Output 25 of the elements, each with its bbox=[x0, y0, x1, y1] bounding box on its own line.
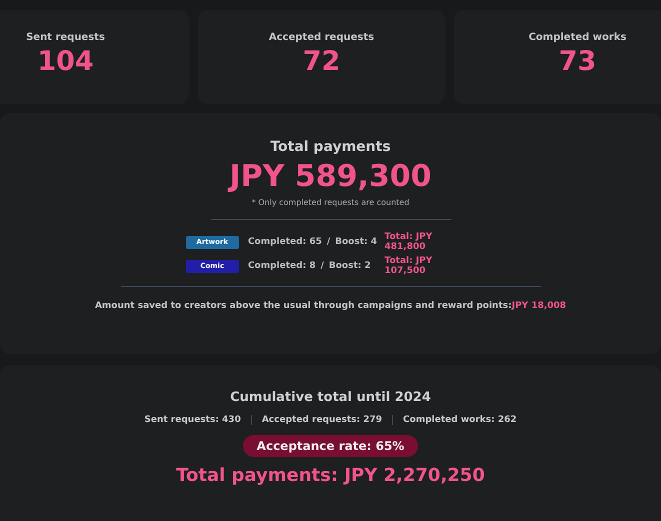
category-total: Total: JPY 107,500 bbox=[384, 256, 434, 276]
total-amount: JPY 589,300 bbox=[230, 159, 432, 194]
cumulative-stat: Completed works: 262 bbox=[392, 415, 527, 425]
separator-text: / bbox=[320, 261, 324, 271]
cumulative-stat: Sent requests: 430 bbox=[143, 415, 242, 425]
category-total: Total: JPY 481,800 bbox=[384, 232, 434, 252]
cumulative-total: Total payments: JPY 2,270,250 bbox=[176, 465, 485, 486]
cumulative-stat: Accepted requests: 279 bbox=[250, 415, 392, 425]
panel-title: Total payments bbox=[270, 139, 391, 155]
boost-count: Boost: 4 bbox=[335, 237, 378, 247]
stat-value: 104 bbox=[37, 46, 94, 77]
stat-value: 73 bbox=[558, 46, 596, 77]
stat-label: Completed works bbox=[528, 32, 626, 43]
completed-count: Completed: 8 bbox=[248, 261, 316, 271]
boost-count: Boost: 2 bbox=[328, 261, 371, 271]
completed-count: Completed: 65 bbox=[248, 237, 322, 247]
stat-value: 72 bbox=[302, 46, 340, 77]
savings-label: Amount saved to creators above the usual through campaigns and reward points: bbox=[94, 301, 512, 311]
stat-label: Accepted requests bbox=[268, 32, 374, 43]
stat-label: Sent requests bbox=[26, 32, 105, 43]
separator-text: / bbox=[326, 237, 330, 247]
savings-value: JPY 18,008 bbox=[512, 301, 566, 311]
note-text: * Only completed requests are counted bbox=[252, 198, 410, 207]
panel-title: Cumulative total until 2024 bbox=[230, 390, 431, 405]
acceptance-rate-badge: Acceptance rate: 65% bbox=[242, 435, 418, 457]
